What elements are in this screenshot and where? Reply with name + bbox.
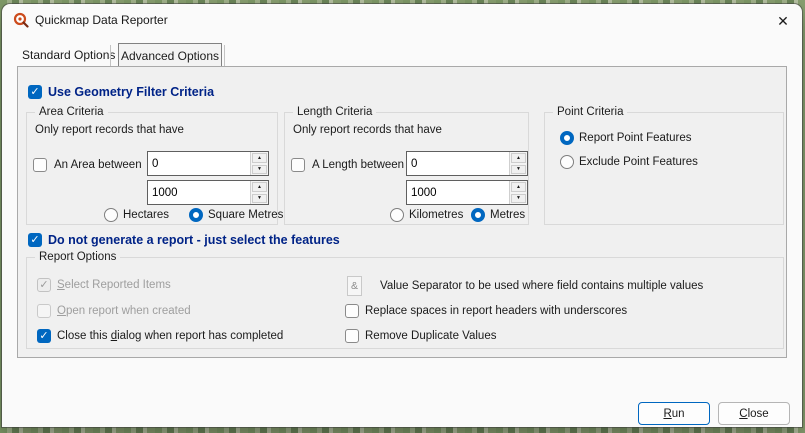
length-min-input[interactable] <box>407 152 509 175</box>
replace-spaces-label[interactable]: Replace spaces in report headers with un… <box>365 304 627 319</box>
area-max-spin-buttons: ▲ ▼ <box>250 181 268 204</box>
exclude-point-features-radio[interactable] <box>560 155 574 169</box>
quickmap-logo-icon <box>13 12 29 28</box>
metres-radio[interactable] <box>471 208 485 222</box>
square-metres-radio[interactable] <box>189 208 203 222</box>
mnemonic-letter: O <box>57 305 66 317</box>
label-text: lose <box>748 408 769 420</box>
an-area-between-label[interactable]: An Area between <box>54 158 142 173</box>
area-min-input[interactable] <box>148 152 250 175</box>
label-text: elect Reported Items <box>65 279 171 291</box>
close-button[interactable]: Close <box>718 402 790 425</box>
quickmap-data-reporter-dialog: Quickmap Data Reporter ✕ Standard Option… <box>2 4 802 427</box>
title-bar[interactable]: Quickmap Data Reporter ✕ <box>2 4 802 36</box>
spin-down-icon[interactable]: ▼ <box>252 194 267 204</box>
remove-duplicates-label[interactable]: Remove Duplicate Values <box>365 329 496 344</box>
label-text: pen report when created <box>66 305 191 317</box>
remove-duplicates-checkbox[interactable] <box>345 329 359 343</box>
length-criteria-group: Length Criteria Only report records that… <box>284 112 529 225</box>
point-criteria-group: Point Criteria Report Point Features Exc… <box>544 112 784 225</box>
length-min-spinner: ▲ ▼ <box>406 151 528 176</box>
tab-standard-options[interactable]: Standard Options <box>22 46 115 64</box>
hectares-label[interactable]: Hectares <box>123 208 169 223</box>
spin-down-icon[interactable]: ▼ <box>511 165 526 175</box>
exclude-point-features-label[interactable]: Exclude Point Features <box>579 155 698 170</box>
spin-up-icon[interactable]: ▲ <box>511 153 526 163</box>
metres-label[interactable]: Metres <box>490 208 525 223</box>
value-separator-label: Value Separator to be used where field c… <box>380 279 703 294</box>
a-length-between-label[interactable]: A Length between <box>312 158 404 173</box>
select-reported-items-label: Select Reported Items <box>57 278 171 293</box>
length-max-spinner: ▲ ▼ <box>406 180 528 205</box>
no-report-checkbox[interactable]: ✓ <box>28 233 42 247</box>
area-max-input[interactable] <box>148 181 250 204</box>
report-point-features-radio[interactable] <box>560 131 574 145</box>
area-min-spin-buttons: ▲ ▼ <box>250 152 268 175</box>
hectares-radio[interactable] <box>104 208 118 222</box>
close-dialog-checkbox[interactable]: ✓ <box>37 329 51 343</box>
open-report-checkbox <box>37 304 51 318</box>
square-metres-label[interactable]: Square Metres <box>208 208 283 223</box>
label-text: un <box>672 408 685 420</box>
length-hint-text: Only report records that have <box>293 123 442 138</box>
point-criteria-title: Point Criteria <box>553 105 627 120</box>
tab-divider <box>110 45 111 66</box>
kilometres-label[interactable]: Kilometres <box>409 208 463 223</box>
a-length-between-checkbox[interactable] <box>291 158 305 172</box>
label-text: Close this <box>57 330 111 342</box>
tab-divider <box>224 45 225 66</box>
run-button[interactable]: Run <box>638 402 710 425</box>
use-geometry-filter-label[interactable]: Use Geometry Filter Criteria <box>48 84 214 100</box>
kilometres-radio[interactable] <box>390 208 404 222</box>
window-title: Quickmap Data Reporter <box>35 13 168 27</box>
spin-down-icon[interactable]: ▼ <box>511 194 526 204</box>
spin-down-icon[interactable]: ▼ <box>252 165 267 175</box>
an-area-between-checkbox[interactable] <box>33 158 47 172</box>
report-point-features-label[interactable]: Report Point Features <box>579 131 692 146</box>
area-criteria-title: Area Criteria <box>35 105 108 120</box>
report-options-group: Report Options ✓ Select Reported Items O… <box>26 257 784 349</box>
tab-advanced-options[interactable]: Advanced Options <box>118 43 222 68</box>
use-geometry-filter-checkbox[interactable]: ✓ <box>28 85 42 99</box>
area-max-spinner: ▲ ▼ <box>147 180 269 205</box>
label-text: ialog when report has completed <box>117 330 283 342</box>
close-window-icon[interactable]: ✕ <box>770 10 796 32</box>
spin-up-icon[interactable]: ▲ <box>252 182 267 192</box>
spin-up-icon[interactable]: ▲ <box>511 182 526 192</box>
value-separator-input: & <box>347 276 362 296</box>
close-dialog-label[interactable]: Close this dialog when report has comple… <box>57 329 283 344</box>
spin-up-icon[interactable]: ▲ <box>252 153 267 163</box>
replace-spaces-checkbox[interactable] <box>345 304 359 318</box>
length-max-input[interactable] <box>407 181 509 204</box>
open-report-label: Open report when created <box>57 304 191 319</box>
select-reported-items-checkbox: ✓ <box>37 278 51 292</box>
no-report-label[interactable]: Do not generate a report - just select t… <box>48 232 340 248</box>
report-options-title: Report Options <box>35 250 120 265</box>
area-hint-text: Only report records that have <box>35 123 184 138</box>
mnemonic-letter: C <box>739 408 747 420</box>
mnemonic-letter: S <box>57 279 65 291</box>
advanced-options-panel: ✓ Use Geometry Filter Criteria Area Crit… <box>17 66 787 358</box>
area-criteria-group: Area Criteria Only report records that h… <box>26 112 278 225</box>
length-max-spin-buttons: ▲ ▼ <box>509 181 527 204</box>
area-min-spinner: ▲ ▼ <box>147 151 269 176</box>
length-min-spin-buttons: ▲ ▼ <box>509 152 527 175</box>
mnemonic-letter: R <box>663 408 671 420</box>
length-criteria-title: Length Criteria <box>293 105 376 120</box>
